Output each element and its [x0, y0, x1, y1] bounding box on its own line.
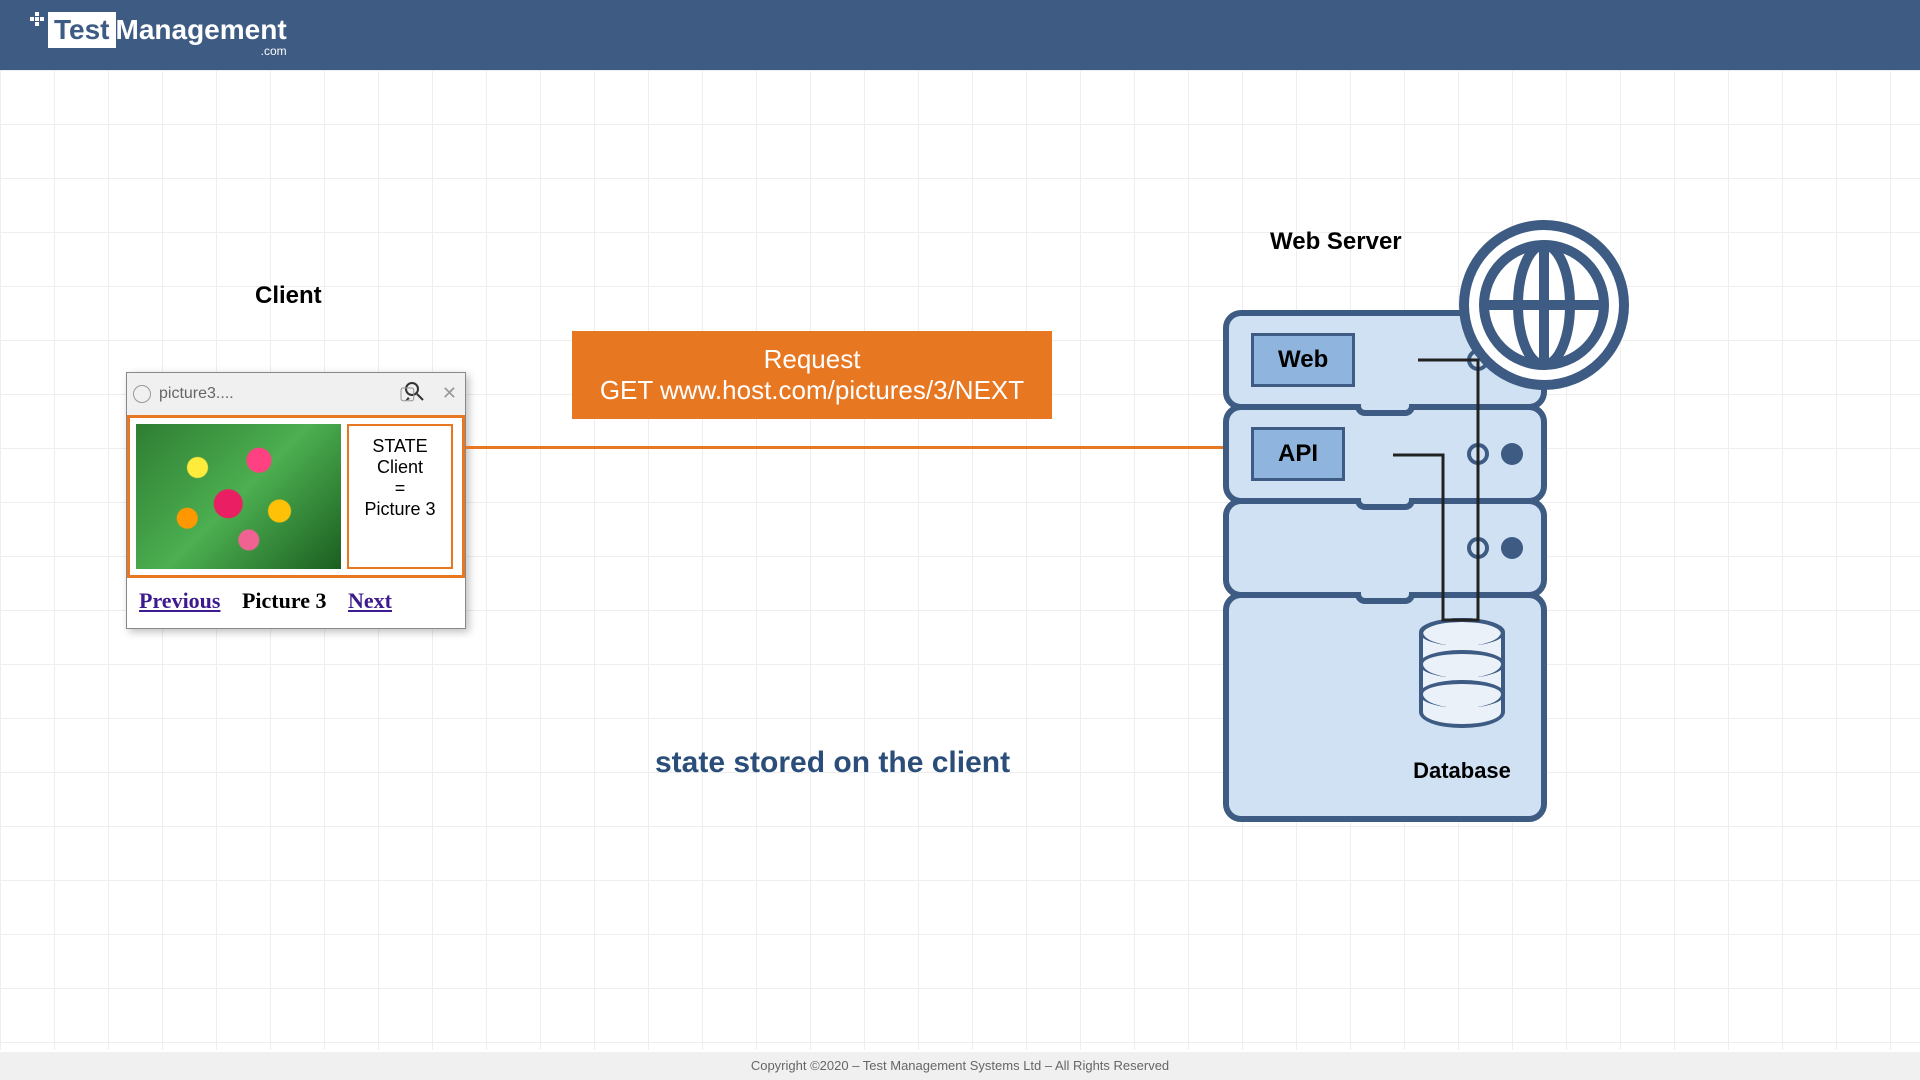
state-caption: state stored on the client: [655, 746, 1010, 780]
current-picture-label: Picture 3: [242, 588, 327, 613]
globe-icon: [1459, 220, 1629, 390]
server-rack-db: Database: [1223, 592, 1547, 822]
window-controls: ▢ ✕: [399, 383, 457, 404]
browser-nav: Previous Picture 3 Next: [127, 578, 465, 628]
request-box: Request GET www.host.com/pictures/3/NEXT: [572, 331, 1052, 419]
server-rack-blank: [1223, 498, 1547, 598]
logo-test: Test: [48, 12, 116, 48]
database-icon: Database: [1419, 618, 1505, 728]
request-url: GET www.host.com/pictures/3/NEXT: [572, 375, 1052, 406]
footer: Copyright ©2020 – Test Management System…: [0, 1052, 1920, 1080]
picture-image: [136, 424, 341, 569]
request-title: Request: [572, 344, 1052, 375]
maximize-icon[interactable]: ▢: [399, 383, 416, 404]
rack-light-icon: [1501, 443, 1523, 465]
logo-mgmt: Management: [116, 14, 287, 45]
rack-light-icon: [1501, 537, 1523, 559]
web-tag: Web: [1251, 333, 1355, 387]
rack-light-icon: [1467, 537, 1489, 559]
server-rack-web: Web: [1223, 310, 1547, 410]
header-bar: TestManagement .com: [0, 0, 1920, 70]
next-link[interactable]: Next: [348, 588, 392, 613]
client-label: Client: [255, 282, 322, 310]
server-stack: Web API Database: [1223, 310, 1547, 816]
request-arrow-line: [466, 446, 1236, 449]
previous-link[interactable]: Previous: [139, 588, 220, 613]
api-tag: API: [1251, 427, 1345, 481]
browser-titlebar: picture3.... ▢ ✕: [127, 373, 465, 415]
rack-light-icon: [1467, 443, 1489, 465]
database-label: Database: [1413, 758, 1511, 784]
close-icon[interactable]: ✕: [442, 383, 457, 404]
state-line: =: [353, 478, 447, 499]
state-box: STATE Client = Picture 3: [347, 424, 453, 569]
state-line: Client: [353, 457, 447, 478]
state-line: Picture 3: [353, 499, 447, 520]
logo: TestManagement .com: [30, 12, 287, 58]
logo-dots-icon: [30, 12, 44, 26]
globe-favicon-icon: [133, 385, 151, 403]
client-browser-window: picture3.... ▢ ✕ STATE Client = Picture …: [126, 372, 466, 629]
browser-body: STATE Client = Picture 3: [127, 415, 465, 578]
web-server-label: Web Server: [1270, 228, 1402, 256]
server-rack-api: API: [1223, 404, 1547, 504]
state-line: STATE: [353, 436, 447, 457]
